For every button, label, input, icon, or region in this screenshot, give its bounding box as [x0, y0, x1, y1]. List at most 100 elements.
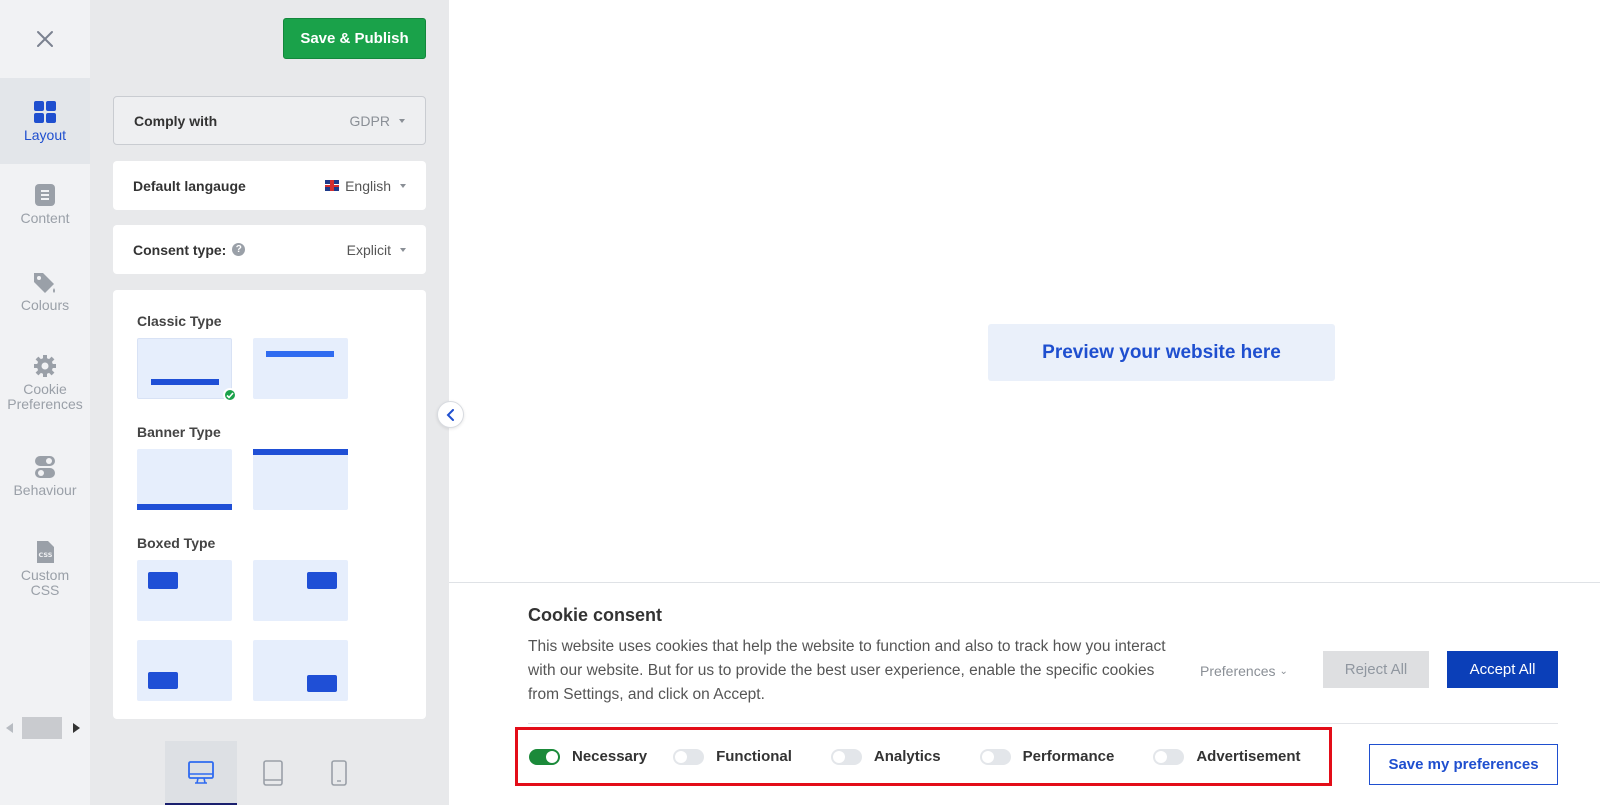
scroll-left-icon[interactable]: [6, 723, 13, 733]
comply-with-value-text: GDPR: [349, 112, 390, 129]
layout-boxed-bottom-right[interactable]: [253, 640, 348, 701]
preview-placeholder: Preview your website here: [988, 324, 1335, 381]
chevron-left-icon: [446, 408, 454, 421]
toggle-switch[interactable]: [529, 748, 560, 765]
help-icon[interactable]: ?: [232, 243, 246, 256]
chevron-down-icon: [399, 118, 405, 123]
language-value-text: English: [345, 177, 391, 194]
consent-type-value-text: Explicit: [346, 241, 391, 258]
sidebar-item-colours[interactable]: Colours: [0, 270, 90, 313]
device-tablet-button[interactable]: [237, 741, 309, 805]
sidebar-item-content[interactable]: Content: [0, 183, 90, 226]
device-switcher: [90, 741, 449, 805]
banner-title: Cookie consent: [528, 605, 663, 625]
layout-banner-top[interactable]: [253, 449, 348, 510]
rail-scrollbar[interactable]: [0, 717, 90, 739]
classic-type-heading: Classic Type: [137, 313, 222, 329]
layout-preview-box: [148, 572, 178, 589]
accept-all-button[interactable]: Accept All: [1447, 651, 1558, 688]
layout-classic-bottom[interactable]: [137, 338, 237, 402]
sidebar-item-label: Cookie Preferences: [7, 381, 83, 412]
device-mobile-button[interactable]: [303, 741, 375, 805]
collapse-panel-button[interactable]: [437, 401, 464, 428]
toggle-switch[interactable]: [673, 748, 705, 765]
layout-preview-box: [148, 672, 178, 689]
device-desktop-button[interactable]: [165, 741, 237, 805]
banner-type-heading: Banner Type: [137, 424, 221, 440]
chevron-down-icon: [400, 247, 406, 252]
toggle-necessary[interactable]: Necessary: [529, 748, 647, 765]
save-publish-button[interactable]: Save & Publish: [283, 18, 426, 59]
consent-type-value[interactable]: Explicit: [347, 242, 406, 258]
toggle-performance[interactable]: Performance: [979, 748, 1115, 765]
sidebar-item-label: Behaviour: [13, 482, 77, 498]
toggle-icon: [35, 456, 55, 478]
svg-text:CSS: CSS: [39, 551, 53, 559]
toggle-switch[interactable]: [830, 748, 862, 765]
language-value[interactable]: English: [325, 178, 406, 194]
layout-boxed-top-right[interactable]: [253, 560, 348, 621]
layout-boxed-bottom-left[interactable]: [137, 640, 232, 701]
toggle-advertisement[interactable]: Advertisement: [1153, 748, 1301, 765]
chevron-down-icon: [400, 183, 406, 188]
sidebar-item-label: Layout: [23, 126, 67, 143]
sidebar-item-label: Custom CSS: [20, 567, 70, 598]
scroll-right-icon[interactable]: [73, 723, 80, 733]
layout-preview-bar: [137, 504, 232, 510]
layout-preview-bar: [151, 379, 219, 385]
sidebar-item-cookie-preferences[interactable]: Cookie Preferences: [0, 354, 90, 412]
close-button[interactable]: [0, 0, 90, 78]
sidebar-item-label: Colours: [20, 297, 70, 313]
default-language-select[interactable]: Default langauge English: [113, 161, 426, 210]
reject-all-button[interactable]: Reject All: [1323, 651, 1429, 688]
toggle-label: Performance: [1022, 748, 1115, 765]
layout-preview-bar: [266, 351, 334, 357]
cookie-category-toggles: Necessary Functional Analytics Performan…: [515, 727, 1332, 786]
toggle-switch[interactable]: [1153, 748, 1185, 765]
gear-icon: [34, 355, 56, 377]
layout-banner-bottom[interactable]: [137, 449, 232, 510]
comply-with-select[interactable]: Comply with GDPR: [113, 96, 426, 145]
toggle-label: Functional: [716, 748, 792, 765]
toggle-label: Necessary: [572, 748, 648, 765]
consent-type-select[interactable]: Consent type:? Explicit: [113, 225, 426, 274]
toggle-functional[interactable]: Functional: [673, 748, 792, 765]
settings-panel: Save & Publish Comply with GDPR Default …: [90, 0, 449, 805]
toggle-analytics[interactable]: Analytics: [830, 748, 941, 765]
sidebar-item-label: Content: [20, 210, 70, 226]
banner-divider: [528, 723, 1558, 724]
banner-description: This website uses cookies that help the …: [528, 638, 1166, 703]
document-icon: [35, 184, 55, 206]
uk-flag-icon: [325, 180, 340, 191]
save-preferences-button[interactable]: Save my preferences: [1369, 744, 1558, 785]
sidebar-rail: Layout Content Colours Cookie Preference…: [0, 0, 90, 805]
toggle-switch[interactable]: [979, 748, 1011, 765]
comply-with-label: Comply with: [134, 112, 218, 129]
toggle-label: Analytics: [873, 748, 941, 765]
comply-with-value[interactable]: GDPR: [350, 113, 405, 129]
selected-check-icon: [223, 388, 237, 402]
preferences-link[interactable]: Preferences ⌄: [1200, 663, 1288, 679]
sidebar-item-behaviour[interactable]: Behaviour: [0, 455, 90, 498]
desktop-icon: [188, 761, 214, 784]
consent-type-label: Consent type:: [133, 241, 227, 258]
layout-classic-top[interactable]: [253, 338, 348, 399]
default-language-label: Default langauge: [133, 177, 246, 194]
preferences-label: Preferences: [1200, 663, 1276, 679]
layout-preview-bar: [253, 449, 348, 455]
sidebar-item-layout[interactable]: Layout: [0, 78, 90, 164]
chevron-down-icon: ⌄: [1279, 665, 1288, 677]
toggle-label: Advertisement: [1196, 748, 1301, 765]
layout-options-card: Classic Type Banner Type Boxed Type: [113, 290, 426, 719]
layout-boxed-top-left[interactable]: [137, 560, 232, 621]
grid-icon: [34, 100, 56, 123]
paint-tag-icon: [34, 273, 55, 293]
tablet-icon: [263, 760, 283, 786]
cookie-banner: Cookie consent This website uses cookies…: [449, 582, 1600, 805]
sidebar-item-custom-css[interactable]: CSS Custom CSS: [0, 540, 90, 598]
consent-type-label-group: Consent type:?: [133, 241, 246, 258]
layout-preview-box: [307, 675, 337, 692]
scrollbar-thumb[interactable]: [22, 717, 62, 739]
close-icon: [37, 31, 53, 47]
css-file-icon: CSS: [37, 541, 54, 563]
